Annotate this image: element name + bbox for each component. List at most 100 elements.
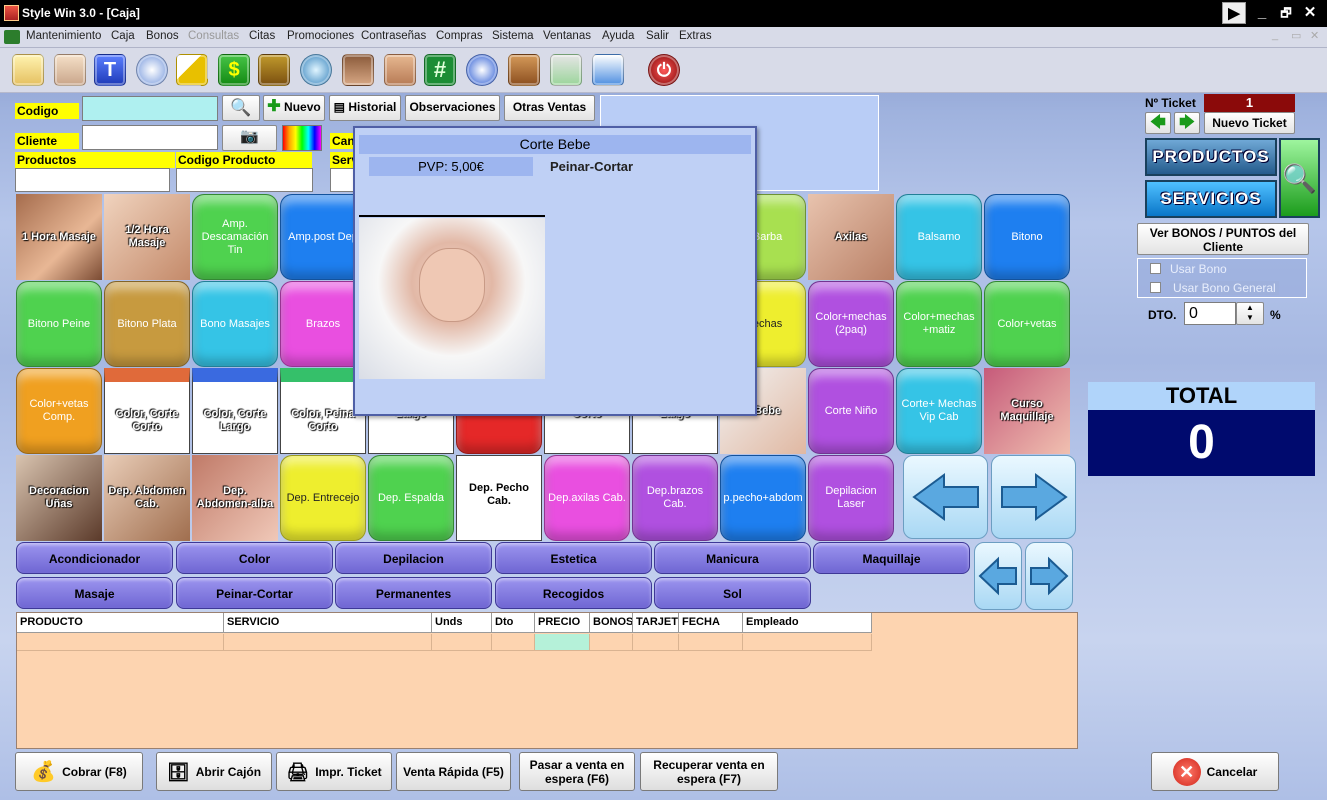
category-button[interactable]: Maquillaje	[813, 542, 970, 574]
money-icon[interactable]: $	[218, 54, 250, 86]
grid-cell[interactable]	[224, 634, 432, 651]
watch-icon[interactable]	[300, 54, 332, 86]
service-tile[interactable]: Dep. Abdomen Cab.	[104, 455, 190, 541]
service-tile[interactable]: Depilacion Laser	[808, 455, 894, 541]
col-fecha[interactable]: FECHA	[679, 613, 743, 633]
service-tile[interactable]: p.pecho+abdom	[720, 455, 806, 541]
recycle-icon[interactable]	[550, 54, 582, 86]
menu-sistema[interactable]: Sistema	[492, 30, 534, 42]
service-tile[interactable]: Bitono Peine	[16, 281, 102, 367]
play-icon[interactable]: ▶	[1222, 2, 1246, 24]
service-tile[interactable]: Corte Niño	[808, 368, 894, 454]
service-tile[interactable]: Dep. Pecho Cab.	[456, 455, 542, 541]
services-next-button[interactable]	[991, 455, 1076, 539]
grid-cell[interactable]	[432, 634, 492, 651]
pasar-espera-button[interactable]: Pasar a venta en espera (F6)	[519, 752, 635, 791]
servicios-button[interactable]: SERVICIOS	[1145, 180, 1277, 218]
historial-button[interactable]: ▤ Historial	[329, 95, 401, 121]
menu-caja[interactable]: Caja	[111, 30, 135, 42]
nuevo-ticket-button[interactable]: Nuevo Ticket	[1204, 112, 1295, 134]
mdi-restore-icon[interactable]: ▭	[1291, 29, 1301, 42]
categories-prev-button[interactable]	[974, 542, 1022, 610]
menu-salir[interactable]: Salir	[646, 30, 669, 42]
restore-button[interactable]: 🗗	[1274, 2, 1298, 24]
usar-bono-checkbox[interactable]	[1150, 263, 1161, 274]
service-tile[interactable]: Color+mechas (2paq)	[808, 281, 894, 367]
service-tile[interactable]: Bono Masajes	[192, 281, 278, 367]
pencil-icon[interactable]	[176, 54, 208, 86]
mdi-minimize-icon[interactable]: _	[1272, 29, 1278, 41]
clock-icon[interactable]	[136, 54, 168, 86]
ticket-prev-icon[interactable]: 🡄	[1145, 112, 1171, 134]
menu-mantenimiento[interactable]: Mantenimiento	[26, 30, 101, 42]
folder-icon[interactable]	[12, 54, 44, 86]
service-tile[interactable]: Dep.axilas Cab.	[544, 455, 630, 541]
service-tile[interactable]: Balsamo	[896, 194, 982, 280]
minimize-button[interactable]: _	[1250, 2, 1274, 24]
col-servicio[interactable]: SERVICIO	[224, 613, 432, 633]
grid-cell-selected[interactable]	[535, 634, 590, 651]
col-empleado[interactable]: Empleado	[743, 613, 872, 633]
abrir-cajon-button[interactable]: 🗄 Abrir Cajón	[156, 752, 272, 791]
grid-cell[interactable]	[633, 634, 679, 651]
category-button[interactable]: Sol	[654, 577, 811, 609]
service-tile[interactable]: Dep.brazos Cab.	[632, 455, 718, 541]
eye-icon[interactable]	[384, 54, 416, 86]
menu-ayuda[interactable]: Ayuda	[602, 30, 634, 42]
category-button[interactable]: Estetica	[495, 542, 652, 574]
services-prev-button[interactable]	[903, 455, 988, 539]
usar-bono-general-checkbox[interactable]	[1150, 282, 1161, 293]
service-tile[interactable]: Amp. Descamación Tin	[192, 194, 278, 280]
menu-promociones[interactable]: Promociones	[287, 30, 354, 42]
category-button[interactable]: Recogidos	[495, 577, 652, 609]
magnifier-icon[interactable]: 🔍	[1279, 138, 1320, 218]
codigo-input[interactable]	[82, 96, 218, 121]
service-tile[interactable]: Color, Corte Largo	[192, 368, 278, 454]
search-icon[interactable]: 🔍	[222, 95, 260, 121]
grid-cell[interactable]	[492, 634, 535, 651]
otras-ventas-button[interactable]: Otras Ventas	[504, 95, 595, 121]
grid-cell[interactable]	[679, 634, 743, 651]
grid-icon[interactable]: #	[424, 54, 456, 86]
service-tile[interactable]: Color+vetas	[984, 281, 1070, 367]
sales-grid[interactable]: PRODUCTO SERVICIO Unds Dto PRECIO BONOS …	[16, 612, 1078, 749]
category-button[interactable]: Peinar-Cortar	[176, 577, 333, 609]
category-button[interactable]: Permanentes	[335, 577, 492, 609]
bonus-card-icon[interactable]	[258, 54, 290, 86]
productos-button[interactable]: PRODUCTOS	[1145, 138, 1277, 176]
service-tile[interactable]: Corte+ Mechas Vip Cab	[896, 368, 982, 454]
col-unds[interactable]: Unds	[432, 613, 492, 633]
grid-cell[interactable]	[17, 634, 224, 651]
category-button[interactable]: Depilacion	[335, 542, 492, 574]
close-button[interactable]: ✕	[1298, 2, 1322, 24]
col-tarjet[interactable]: TARJET	[633, 613, 679, 633]
col-bonos[interactable]: BONOS	[590, 613, 633, 633]
menu-bonos[interactable]: Bonos	[146, 30, 179, 42]
service-tile[interactable]: Dep. Entrecejo	[280, 455, 366, 541]
search-globe-icon[interactable]	[466, 54, 498, 86]
venta-rapida-button[interactable]: Venta Rápida (F5)	[396, 752, 511, 791]
service-tile[interactable]: Color, Corte Corto	[104, 368, 190, 454]
menu-contrasenas[interactable]: Contraseñas	[361, 30, 426, 42]
category-button[interactable]: Color	[176, 542, 333, 574]
recuperar-venta-button[interactable]: Recuperar venta en espera (F7)	[640, 752, 778, 791]
impr-ticket-button[interactable]: 🖨 Impr. Ticket	[276, 752, 392, 791]
sync-icon[interactable]	[592, 54, 624, 86]
power-icon[interactable]: ⏻	[648, 54, 680, 86]
dto-input[interactable]: 0	[1184, 302, 1236, 325]
cancelar-button[interactable]: ✕ Cancelar	[1151, 752, 1279, 791]
cobrar-button[interactable]: 💰 Cobrar (F8)	[15, 752, 143, 791]
servicio-input[interactable]	[330, 168, 354, 192]
customer-icon[interactable]	[54, 54, 86, 86]
nuevo-button[interactable]: ✚ Nuevo	[263, 95, 325, 121]
col-dto[interactable]: Dto	[492, 613, 535, 633]
color-palette-icon[interactable]	[282, 125, 322, 151]
service-tile[interactable]: Dep. Abdomen-alba	[192, 455, 278, 541]
menu-consultas[interactable]: Consultas	[188, 30, 239, 42]
col-precio[interactable]: PRECIO	[535, 613, 590, 633]
service-tile[interactable]: Bitono	[984, 194, 1070, 280]
ver-bonos-button[interactable]: Ver BONOS / PUNTOS del Cliente	[1137, 223, 1309, 255]
category-button[interactable]: Acondicionador	[16, 542, 173, 574]
productos-input[interactable]	[15, 168, 170, 192]
service-tile[interactable]: Decoracion Uñas	[16, 455, 102, 541]
